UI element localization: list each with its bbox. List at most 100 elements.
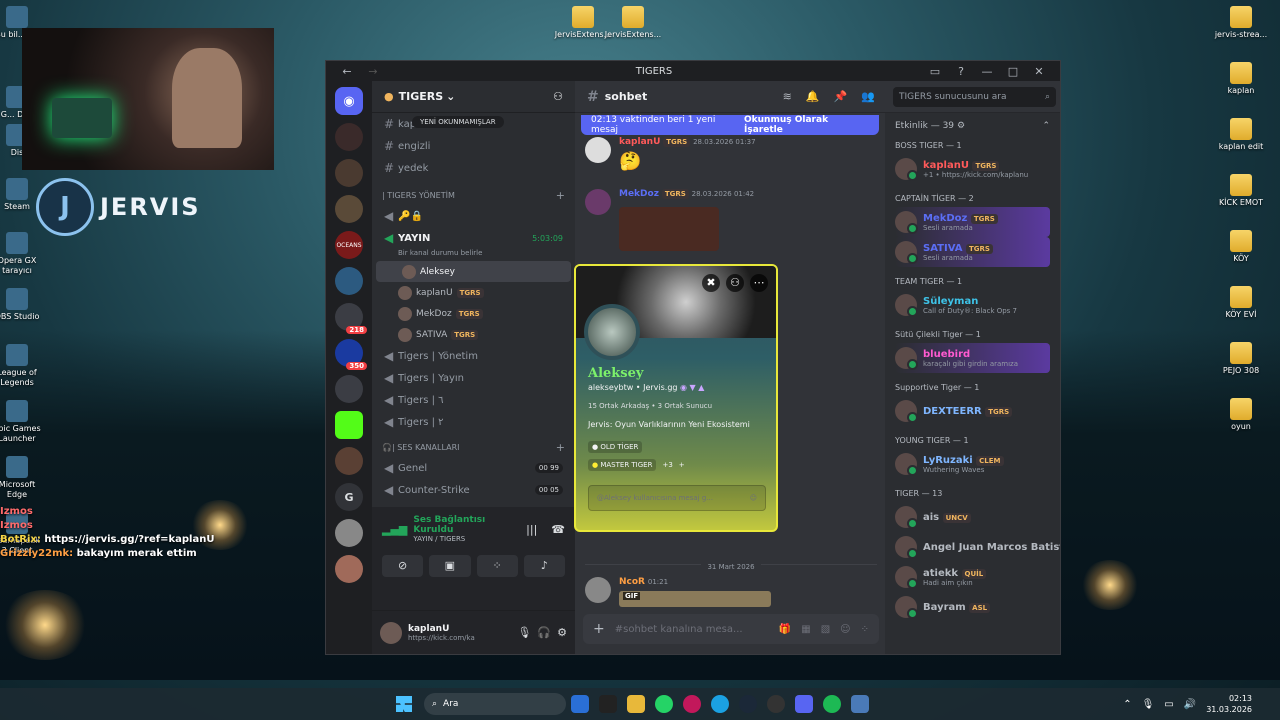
add-role-icon[interactable]: + <box>679 461 685 469</box>
server-folder[interactable]: 218 <box>335 303 367 334</box>
server-icon-oceans[interactable]: OCEANS <box>335 231 363 259</box>
channel-yedek[interactable]: # yedek <box>372 157 575 179</box>
add-channel-icon[interactable]: + <box>556 441 565 454</box>
desktop-icon[interactable]: kaplan edit <box>1208 118 1274 152</box>
desktop-icon[interactable]: PEJO 308 <box>1208 342 1274 376</box>
voice-channel[interactable]: ◀ Tigers | Yönetim <box>372 345 575 367</box>
threads-icon[interactable]: ≋ <box>783 90 792 103</box>
forward-arrow-icon[interactable]: → <box>360 65 386 78</box>
voice-user[interactable]: MekDoz TGRS <box>372 303 575 324</box>
desktop-icon[interactable]: Microsoft Edge <box>0 456 42 500</box>
add-friend-icon[interactable]: ⚇ <box>726 274 744 292</box>
help-icon[interactable]: ? <box>948 65 974 78</box>
avatar[interactable] <box>585 189 611 215</box>
message-image[interactable] <box>619 207 719 251</box>
desktop-icon[interactable]: KÖY EVİ <box>1208 286 1274 320</box>
server-icon[interactable] <box>335 159 363 187</box>
voice-channel-name[interactable]: YAYIN / TIGERS <box>413 535 520 543</box>
category-admin[interactable]: | TIGERS YÖNETİM + <box>372 185 575 205</box>
epic-games-icon[interactable] <box>599 695 617 713</box>
desktop-icon[interactable]: KİCK EMOT <box>1208 174 1274 208</box>
back-arrow-icon[interactable]: ← <box>334 65 360 78</box>
member-item[interactable]: bluebird karaçalı gibi girdin aramıza <box>895 343 1050 373</box>
close-button[interactable]: ✕ <box>1026 65 1052 78</box>
member-item[interactable]: ais UNCV <box>895 502 1050 532</box>
emoji-icon[interactable]: ☺ <box>840 624 850 635</box>
app-icon[interactable] <box>851 695 869 713</box>
activities-button[interactable]: ⁘ <box>476 555 518 577</box>
mark-read-button[interactable]: Okunmuş Olarak İşaretle <box>744 115 869 135</box>
message-input[interactable]: #sohbet kanalına mesa... <box>615 624 769 635</box>
avatar[interactable] <box>585 137 611 163</box>
desktop-icon[interactable]: Opera GX tarayıcı <box>0 232 42 276</box>
screen-share-button[interactable]: ▣ <box>429 555 471 577</box>
microphone-icon[interactable]: 🎙 <box>1142 699 1155 710</box>
noise-icon[interactable]: ||| <box>526 523 537 536</box>
disconnect-icon[interactable]: ☎ <box>551 523 565 536</box>
server-icon[interactable] <box>335 195 363 223</box>
kick-server-icon[interactable] <box>335 411 363 439</box>
minimize-button[interactable]: — <box>974 65 1000 78</box>
voice-channel[interactable]: ◀ Counter-Strike 00 05 <box>372 479 575 501</box>
windows-start-icon[interactable] <box>396 696 412 712</box>
avatar[interactable] <box>380 621 402 644</box>
gif-icon[interactable]: ▦ <box>801 624 810 635</box>
voice-channel[interactable]: ◀ Genel 00 99 <box>372 457 575 479</box>
desktop-icon[interactable]: League of Legends <box>0 344 42 388</box>
server-icon[interactable] <box>335 123 363 151</box>
desktop-icon[interactable]: JervisExtens... <box>600 6 666 40</box>
server-icon[interactable] <box>335 555 363 583</box>
member-item[interactable]: MekDoz TGRS Sesli aramada <box>895 207 1050 237</box>
member-item[interactable]: LyRuzaki CLEM Wuthering Waves <box>895 449 1050 479</box>
spotify-icon[interactable] <box>823 695 841 713</box>
voice-user[interactable]: Aleksey <box>376 261 571 282</box>
member-list-icon[interactable]: 👥 <box>861 90 875 103</box>
server-icon[interactable]: 350 <box>335 339 367 370</box>
desktop-icon[interactable]: OBS Studio <box>0 288 42 322</box>
server-icon[interactable] <box>335 519 363 547</box>
file-explorer-icon[interactable] <box>627 695 645 713</box>
role-chip[interactable]: ● OLD TİGER <box>588 441 643 453</box>
apps-icon[interactable]: ⁘ <box>861 624 869 635</box>
voice-channel-locked[interactable]: ◀ 🔑🔒 <box>372 205 575 227</box>
maximize-button[interactable]: □ <box>1000 65 1026 78</box>
voice-channel-yayin[interactable]: ◀ YAYIN 5:03:09 <box>372 227 575 249</box>
headphones-icon[interactable]: 🎧 <box>537 626 551 639</box>
member-item[interactable]: kaplanU TGRS +1 • https://kick.com/kaplan… <box>895 154 1050 184</box>
pin-icon[interactable]: 📌 <box>834 90 848 103</box>
voice-user[interactable]: kaplanU TGRS <box>372 282 575 303</box>
discord-icon[interactable] <box>795 695 813 713</box>
server-header[interactable]: ● TIGERS ⌄ ⚇ <box>372 81 575 113</box>
desktop-icon[interactable]: Epic Games Launcher <box>0 400 42 444</box>
activity-header[interactable]: Etkinlik — 39 ⚙ ⌃ <box>895 121 1050 131</box>
member-item[interactable]: Süleyman Call of Duty®: Black Ops 7 <box>895 290 1050 320</box>
mutuals[interactable]: 15 Ortak Arkadaş • 3 Ortak Sunucu <box>588 402 766 410</box>
dm-message-input[interactable]: @Aleksey kullanıcısına mesaj g... ☺ <box>588 485 766 511</box>
category-voice[interactable]: 🎧 | Ses Kanalları + <box>372 437 575 457</box>
server-folder[interactable] <box>335 375 363 403</box>
add-channel-icon[interactable]: + <box>556 189 565 202</box>
soundboard-button[interactable]: ♪ <box>523 555 565 577</box>
sticker-icon[interactable]: ▧ <box>821 624 830 635</box>
username[interactable]: kaplanU <box>408 624 511 634</box>
obs-icon[interactable] <box>767 695 785 713</box>
emoji-icon[interactable]: ☺ <box>750 494 757 502</box>
member-item[interactable]: atiekk QUİL Hadi aim çıkın <box>895 562 1050 592</box>
inbox-icon[interactable]: ▭ <box>922 65 948 78</box>
voice-status[interactable]: Ses Bağlantısı Kuruldu <box>413 515 520 535</box>
opera-gx-icon[interactable] <box>683 695 701 713</box>
search-input[interactable]: TIGERS sunucusunu ara ⌕ <box>893 86 1056 107</box>
camera-off-button[interactable]: ⊘ <box>382 555 424 577</box>
channel-engizli[interactable]: # engizli <box>372 135 575 157</box>
role-chip[interactable]: ● MASTER TIGER <box>588 459 657 471</box>
gear-icon[interactable]: ⚙ <box>557 626 567 639</box>
app-icon[interactable] <box>571 695 589 713</box>
channel-kapl[interactable]: # kapl YENİ OKUNMAMIŞLAR <box>372 113 575 135</box>
desktop-icon[interactable]: oyun <box>1208 398 1274 432</box>
desktop-icon[interactable]: jervis-strea... <box>1208 6 1274 40</box>
server-icon[interactable] <box>335 267 363 295</box>
whatsapp-icon[interactable] <box>655 695 673 713</box>
unread-pill[interactable]: YENİ OKUNMAMIŞLAR <box>412 116 504 128</box>
discord-home-icon[interactable]: ◉ <box>335 87 363 115</box>
bell-icon[interactable]: 🔔 <box>806 90 820 103</box>
